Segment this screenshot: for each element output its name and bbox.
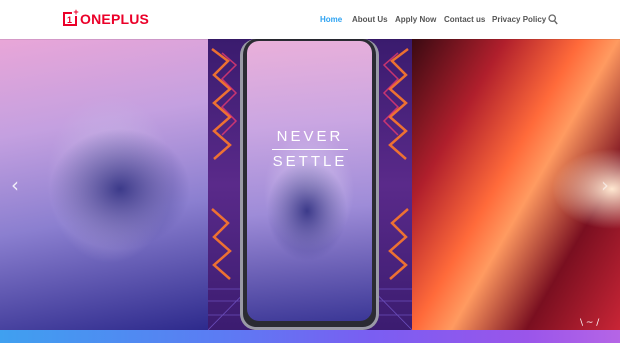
nav-item-privacy-policy[interactable]: Privacy Policy	[492, 14, 546, 26]
slider-prev-arrow-icon[interactable]: ‹	[8, 175, 22, 195]
nav-item-about-us[interactable]: About Us	[352, 14, 388, 26]
slider-next-arrow-icon[interactable]: ›	[598, 175, 612, 195]
hero-slider: NEVER SETTLE ‹ ›	[0, 39, 620, 330]
phone-screen	[247, 41, 372, 321]
phone-image	[240, 39, 379, 330]
site-header: 1 + ONEPLUS Home About Us Apply Now Cont…	[0, 0, 620, 39]
nav-item-home[interactable]: Home	[320, 14, 342, 26]
hero-panel-purple-wallpaper	[0, 39, 208, 330]
main-nav: Home About Us Apply Now Contact us Priva…	[0, 14, 620, 26]
next-section-strip	[0, 330, 620, 343]
strip-decoration: \ ~ /	[580, 318, 600, 328]
nav-item-contact-us[interactable]: Contact us	[444, 14, 485, 26]
search-icon[interactable]	[548, 14, 558, 25]
tagline-line-settle: SETTLE	[272, 149, 348, 174]
hero-panel-red-wallpaper	[412, 39, 620, 330]
tagline-line-never: NEVER	[276, 128, 344, 145]
hero-tagline: NEVER SETTLE	[272, 125, 348, 174]
nav-item-apply-now[interactable]: Apply Now	[395, 14, 436, 26]
